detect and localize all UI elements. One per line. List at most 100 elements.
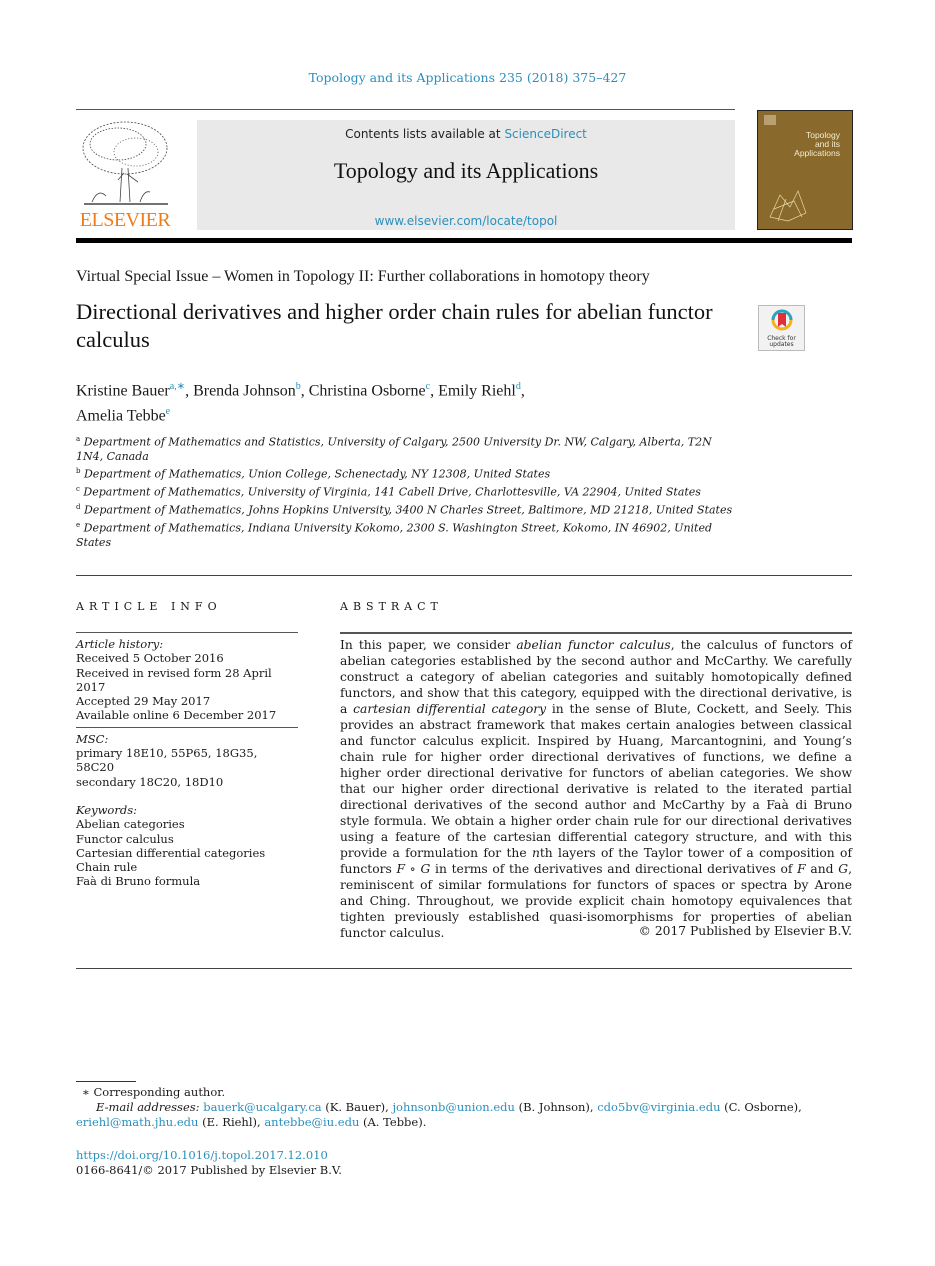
abstract-paragraph: In this paper, we consider abelian funct… — [340, 637, 852, 941]
keyword-item: Functor calculus — [76, 831, 174, 846]
check-updates-icon — [771, 309, 793, 331]
journal-header-banner: Contents lists available at ScienceDirec… — [197, 120, 735, 230]
doi-link[interactable]: https://doi.org/10.1016/j.topol.2017.12.… — [76, 1148, 328, 1162]
sciencedirect-link[interactable]: ScienceDirect — [504, 127, 586, 141]
email-addresses: E-mail addresses: bauerk@ucalgary.ca (K.… — [76, 1100, 856, 1130]
author-separator: , — [185, 382, 194, 400]
abstract-emphasis: G — [838, 862, 849, 876]
section-divider — [76, 968, 852, 969]
journal-url-link[interactable]: www.elsevier.com/locate/topol — [197, 214, 735, 228]
article-history-block: Article history: Received 5 October 2016… — [76, 632, 298, 723]
contents-available-line: Contents lists available at ScienceDirec… — [197, 127, 735, 141]
email-owner: (K. Bauer), — [321, 1100, 393, 1114]
cover-illustration-icon — [769, 190, 807, 222]
elsevier-wordmark: ELSEVIER — [79, 209, 171, 231]
elsevier-logo[interactable]: ELSEVIER — [76, 118, 174, 232]
history-item: Received 5 October 2016 — [76, 651, 224, 666]
footnote-rule — [76, 1081, 136, 1082]
author-name: Kristine Bauer — [76, 382, 170, 400]
history-item: Received in revised form 28 April 2017 — [76, 665, 272, 694]
article-info-heading: ARTICLE INFO — [76, 600, 222, 613]
affiliation-text: Department of Mathematics, Johns Hopkins… — [83, 503, 733, 517]
keyword-item: Chain rule — [76, 860, 138, 875]
email-link[interactable]: johnsonb@union.edu — [392, 1100, 514, 1114]
cover-publisher-icon — [764, 115, 776, 125]
author-name: Christina Osborne — [308, 382, 426, 400]
affiliation-label: e — [76, 521, 81, 530]
check-for-updates-button[interactable]: Check for updates — [758, 305, 805, 351]
keyword-item: Abelian categories — [76, 817, 185, 832]
abstract-text: In this paper, we consider — [340, 638, 517, 652]
header-rule — [76, 109, 735, 110]
abstract-text: in the sense of Blute, Cockett, and Seel… — [340, 702, 852, 860]
msc-block: MSC: primary 18E10, 55P65, 18G35, 58C20 … — [76, 726, 298, 789]
affiliation-item: b Department of Mathematics, Union Colle… — [76, 464, 736, 482]
article-history-heading: Article history: — [76, 637, 164, 651]
author-list: Kristine Bauera,∗, Brenda Johnsonb, Chri… — [76, 376, 716, 427]
affiliation-label: d — [76, 503, 81, 512]
msc-heading: MSC: — [76, 731, 109, 746]
affiliation-item: a Department of Mathematics and Statisti… — [76, 432, 736, 464]
cover-title: Topology and its Applications — [794, 131, 840, 158]
author-name: Amelia Tebbe — [76, 407, 166, 425]
history-item: Available online 6 December 2017 — [76, 708, 277, 723]
keyword-item: Faà di Bruno formula — [76, 874, 201, 889]
corresponding-author-note: ∗ Corresponding author. — [82, 1085, 226, 1099]
author-separator: , — [300, 382, 309, 400]
affiliation-item: c Department of Mathematics, University … — [76, 482, 736, 500]
abstract-emphasis: n — [531, 846, 540, 860]
abstract-emphasis: F — [797, 862, 806, 876]
affiliation-text: Department of Mathematics, Union College… — [83, 467, 551, 481]
affiliation-item: d Department of Mathematics, Johns Hopki… — [76, 500, 736, 518]
affiliation-item: e Department of Mathematics, Indiana Uni… — [76, 518, 736, 550]
article-title: Directional derivatives and higher order… — [76, 299, 713, 352]
issn-line: 0166-8641/© 2017 Published by Elsevier B… — [76, 1163, 342, 1177]
affiliation-text: Department of Mathematics, Indiana Unive… — [76, 521, 713, 550]
affiliation-text: Department of Mathematics and Statistics… — [76, 435, 712, 463]
author-affiliation-link[interactable]: e — [166, 406, 170, 417]
check-updates-label: Check for updates — [759, 336, 804, 348]
keywords-heading: Keywords: — [76, 802, 137, 817]
abstract-text: and — [805, 862, 839, 876]
email-owner: (E. Riehl), — [198, 1115, 265, 1129]
msc-item: secondary 18C20, 18D10 — [76, 774, 224, 789]
journal-cover-thumbnail[interactable]: Topology and its Applications — [757, 110, 853, 230]
abstract-emphasis: cartesian differential category — [353, 702, 547, 716]
history-item: Accepted 29 May 2017 — [76, 694, 211, 709]
special-issue-line: Virtual Special Issue – Women in Topolog… — [76, 268, 650, 285]
msc-item: primary 18E10, 55P65, 18G35, 58C20 — [76, 746, 258, 775]
affiliation-label: a — [76, 435, 81, 443]
abstract-emphasis: abelian functor calculus — [516, 638, 671, 652]
contents-prefix: Contents lists available at — [345, 127, 505, 141]
email-link[interactable]: cdo5bv@virginia.edu — [597, 1100, 720, 1114]
abstract-heading: ABSTRACT — [340, 600, 443, 613]
email-link[interactable]: bauerk@ucalgary.ca — [203, 1100, 321, 1114]
journal-title: Topology and its Applications — [333, 158, 599, 183]
keywords-block: Keywords: Abelian categories Functor cal… — [76, 803, 298, 889]
elsevier-tree-icon — [82, 121, 168, 205]
affiliation-text: Department of Mathematics, University of… — [83, 485, 701, 499]
abstract-copyright: © 2017 Published by Elsevier B.V. — [638, 924, 852, 938]
email-label: E-mail addresses: — [96, 1100, 200, 1114]
footnotes: ∗ Corresponding author. E-mail addresses… — [76, 1085, 856, 1130]
author-affiliation-link[interactable]: a,∗ — [170, 381, 185, 392]
affiliation-list: a Department of Mathematics and Statisti… — [76, 432, 736, 550]
email-link[interactable]: eriehl@math.jhu.edu — [76, 1115, 198, 1129]
abstract-emphasis: F ∘ G — [396, 862, 431, 876]
email-owner: (C. Osborne), — [720, 1100, 802, 1114]
abstract-rule — [340, 632, 852, 634]
section-divider — [76, 575, 852, 576]
check-updates-label-line: updates — [769, 341, 794, 348]
abstract-text: in terms of the derivatives and directio… — [430, 862, 798, 876]
affiliation-label: b — [76, 467, 81, 476]
article-info-panel: Article history: Received 5 October 2016… — [76, 632, 298, 889]
journal-reference-link[interactable]: Topology and its Applications 235 (2018)… — [0, 70, 935, 85]
header-thick-rule — [76, 238, 852, 243]
abstract-body: In this paper, we consider abelian funct… — [340, 637, 852, 941]
doi-block: https://doi.org/10.1016/j.topol.2017.12.… — [76, 1148, 342, 1178]
email-link[interactable]: antebbe@iu.edu — [264, 1115, 359, 1129]
author-name: Brenda Johnson — [193, 382, 296, 400]
email-owner: (B. Johnson), — [514, 1100, 598, 1114]
keyword-item: Cartesian differential categories — [76, 845, 266, 860]
email-owner: (A. Tebbe). — [359, 1115, 427, 1129]
